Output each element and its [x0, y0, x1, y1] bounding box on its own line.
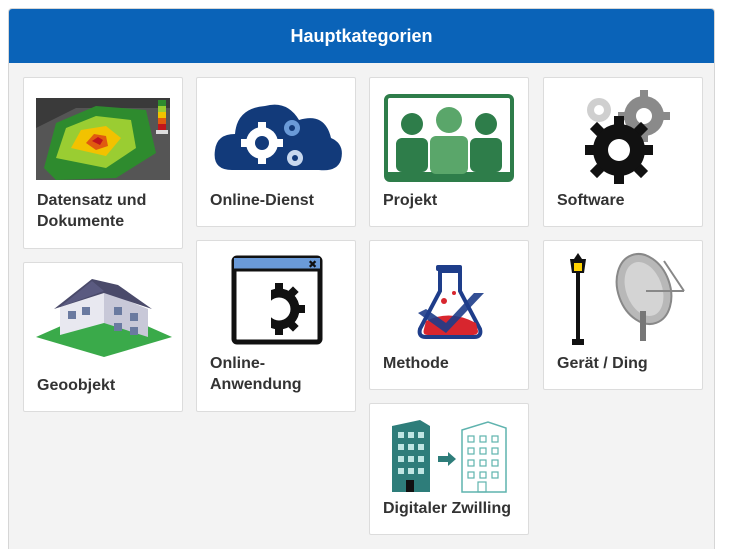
- category-label: Methode: [383, 355, 449, 372]
- category-card-geoobjekt[interactable]: Geoobjekt: [23, 262, 183, 412]
- category-label: Datensatz und Dokumente: [37, 192, 147, 230]
- category-card-methode[interactable]: Methode: [369, 240, 529, 390]
- app-window-gear-icon: ✖: [231, 255, 323, 345]
- gears-icon: [574, 88, 674, 186]
- category-card-geraet-ding[interactable]: Gerät / Ding: [543, 240, 703, 390]
- building-twin-icon: [390, 418, 510, 494]
- category-card-projekt[interactable]: Projekt: [369, 77, 529, 227]
- category-card-online-dienst[interactable]: Online-Dienst: [196, 77, 356, 227]
- category-card-digitaler-zwilling[interactable]: Digitaler Zwilling: [369, 403, 529, 535]
- category-card-datensatz[interactable]: Datensatz und Dokumente: [23, 77, 183, 249]
- category-label: Geoobjekt: [37, 377, 116, 394]
- category-label: Digitaler Zwilling: [383, 500, 512, 517]
- category-label: Projekt: [383, 192, 438, 209]
- lamp-and-dish-icon: [564, 251, 694, 347]
- team-board-icon: [384, 94, 514, 182]
- main-categories-panel: Hauptkategorien Datensatz und Dokumente: [8, 8, 715, 549]
- panel-title: Hauptkategorien: [9, 9, 714, 63]
- cloud-gears-icon: [207, 88, 347, 178]
- flask-icon: [414, 263, 486, 339]
- category-label: Online-Anwendung: [210, 355, 302, 393]
- category-label: Online-Dienst: [210, 192, 315, 209]
- category-label: Software: [557, 192, 625, 209]
- category-card-software[interactable]: Software: [543, 77, 703, 227]
- svg-text:✖: ✖: [308, 258, 317, 271]
- category-card-online-anwendung[interactable]: ✖ Online-Anwendung: [196, 240, 356, 412]
- category-label: Gerät / Ding: [557, 355, 648, 372]
- dataset-map-icon: [36, 98, 170, 180]
- house-icon: [36, 277, 172, 357]
